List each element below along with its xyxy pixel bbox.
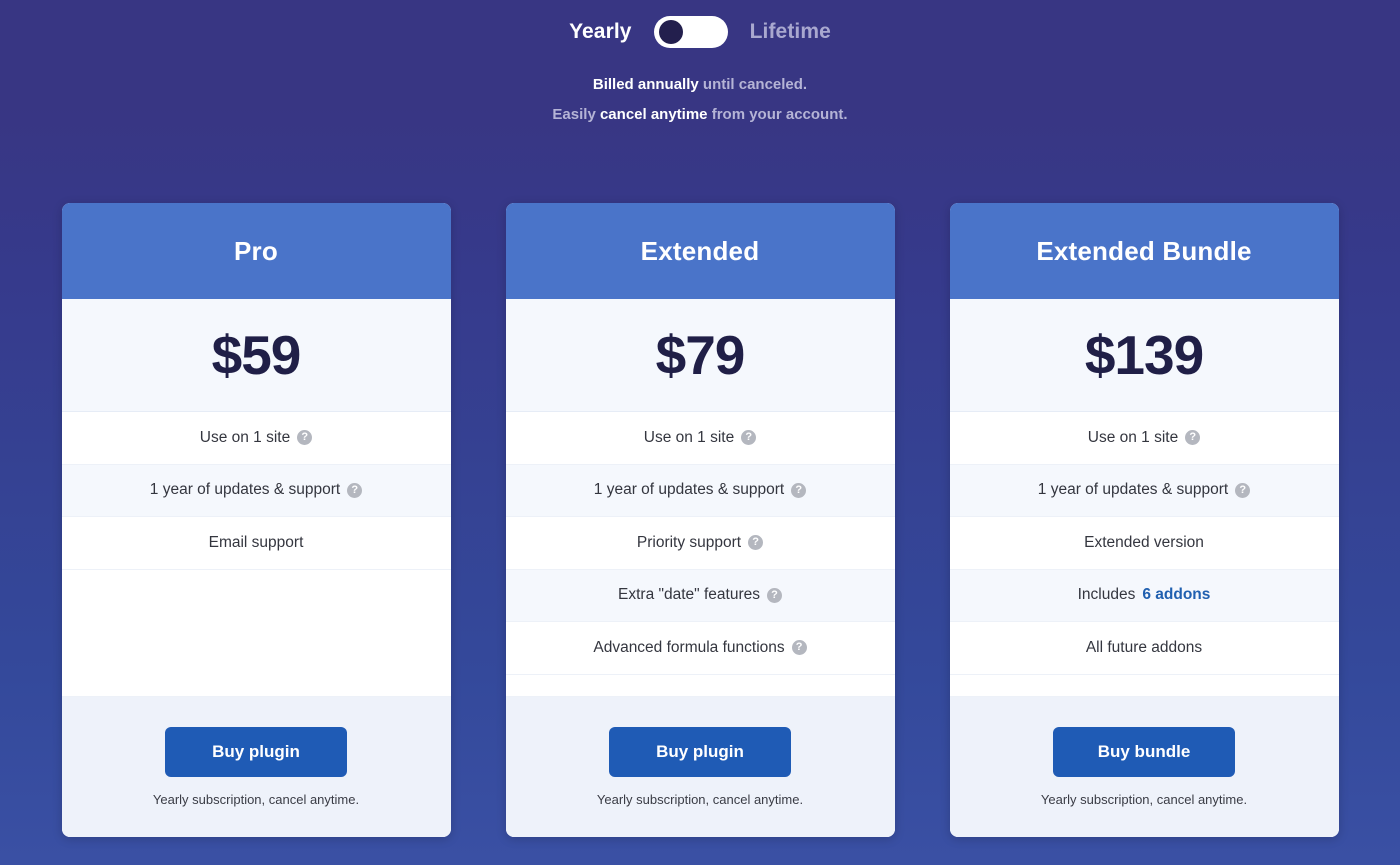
feature-row: Advanced formula functions ? [505, 622, 895, 675]
footer-note-extended-bundle: Yearly subscription, cancel anytime. [1040, 792, 1248, 807]
help-icon[interactable]: ? [791, 640, 807, 656]
card-price-pro: $59 [61, 299, 451, 412]
card-price-extended: $79 [505, 299, 895, 412]
buy-button-extended[interactable]: Buy plugin [609, 727, 791, 777]
feature-label: Extra "date" features [618, 586, 760, 604]
feature-row: Extended version [949, 517, 1339, 570]
card-header-pro: Pro [61, 203, 451, 299]
card-price-extended-bundle: $139 [949, 299, 1339, 412]
feature-row: Use on 1 site ? [505, 412, 895, 465]
card-footer-extended-bundle: Buy bundle Yearly subscription, cancel a… [949, 697, 1339, 837]
feature-row: Use on 1 site ? [61, 412, 451, 465]
billed-annually-suffix: until canceled. [698, 76, 808, 93]
feature-label: Use on 1 site [1087, 428, 1179, 446]
feature-label: Includes [1077, 586, 1136, 604]
plan-name-extended-bundle: Extended Bundle [1036, 235, 1252, 266]
help-icon[interactable]: ? [297, 430, 313, 446]
cancel-anytime-prefix: Easily [552, 106, 600, 123]
help-icon[interactable]: ? [791, 482, 807, 498]
feature-label: 1 year of updates & support [1037, 481, 1229, 499]
help-icon[interactable]: ? [1185, 430, 1201, 446]
feature-label: 1 year of updates & support [593, 481, 785, 499]
help-icon[interactable]: ? [347, 482, 363, 498]
cancel-anytime-suffix: from your account. [707, 106, 848, 123]
feature-row: All future addons [949, 622, 1339, 675]
addons-link[interactable]: 6 addons [1142, 586, 1210, 604]
toggle-label-yearly[interactable]: Yearly [569, 20, 632, 44]
buy-button-extended-bundle[interactable]: Buy bundle [1053, 727, 1235, 777]
feature-label: Extended version [1084, 533, 1204, 551]
feature-row: 1 year of updates & support ? [949, 464, 1339, 517]
card-footer-pro: Buy plugin Yearly subscription, cancel a… [61, 697, 451, 837]
switch-knob [658, 20, 683, 44]
feature-label: 1 year of updates & support [149, 481, 341, 499]
feature-row: Priority support ? [505, 517, 895, 570]
billing-note: Billed annually until canceled. Easily c… [0, 70, 1400, 130]
footer-note-extended: Yearly subscription, cancel anytime. [596, 792, 804, 807]
billing-note-line-2: Easily cancel anytime from your account. [0, 100, 1400, 130]
help-icon[interactable]: ? [1235, 482, 1251, 498]
billing-period-toggle: Yearly Lifetime [0, 0, 1400, 52]
feature-label: Use on 1 site [199, 428, 291, 446]
feature-list-pro: Use on 1 site ? 1 year of updates & supp… [61, 412, 451, 697]
pricing-card-extended: Extended $79 Use on 1 site ? 1 year of u… [505, 203, 895, 837]
billing-note-line-1: Billed annually until canceled. [0, 70, 1400, 100]
plan-name-pro: Pro [234, 235, 278, 266]
feature-row: Includes 6 addons [949, 569, 1339, 622]
billing-period-switch[interactable] [653, 16, 728, 48]
feature-list-filler [949, 674, 1339, 697]
billed-annually-text: Billed annually [592, 76, 699, 93]
pricing-cards: Pro $59 Use on 1 site ? 1 year of update… [0, 203, 1400, 837]
feature-label: Use on 1 site [643, 428, 735, 446]
footer-note-pro: Yearly subscription, cancel anytime. [152, 792, 360, 807]
feature-label: All future addons [1085, 638, 1203, 656]
pricing-card-extended-bundle: Extended Bundle $139 Use on 1 site ? 1 y… [949, 203, 1339, 837]
feature-label: Priority support [636, 533, 742, 551]
help-icon[interactable]: ? [741, 430, 757, 446]
card-header-extended: Extended [505, 203, 895, 299]
toggle-label-lifetime[interactable]: Lifetime [750, 20, 831, 44]
feature-row: Email support [61, 517, 451, 570]
feature-list-filler [505, 674, 895, 697]
plan-price-pro: $59 [211, 324, 302, 386]
card-header-extended-bundle: Extended Bundle [949, 203, 1339, 299]
help-icon[interactable]: ? [748, 535, 764, 551]
feature-list-extended: Use on 1 site ? 1 year of updates & supp… [505, 412, 895, 697]
help-icon[interactable]: ? [766, 587, 782, 603]
feature-row: 1 year of updates & support ? [505, 464, 895, 517]
feature-label: Advanced formula functions [593, 638, 785, 656]
pricing-card-pro: Pro $59 Use on 1 site ? 1 year of update… [61, 203, 451, 837]
buy-button-pro[interactable]: Buy plugin [165, 727, 347, 777]
feature-list-extended-bundle: Use on 1 site ? 1 year of updates & supp… [949, 412, 1339, 697]
feature-list-filler [61, 569, 451, 697]
feature-row: Use on 1 site ? [949, 412, 1339, 465]
feature-label: Email support [208, 533, 304, 551]
plan-price-extended: $79 [655, 324, 746, 386]
card-footer-extended: Buy plugin Yearly subscription, cancel a… [505, 697, 895, 837]
plan-name-extended: Extended [640, 235, 760, 266]
feature-row: 1 year of updates & support ? [61, 464, 451, 517]
cancel-anytime-text: cancel anytime [599, 106, 708, 123]
plan-price-extended-bundle: $139 [1084, 324, 1204, 386]
feature-row: Extra "date" features ? [505, 569, 895, 622]
